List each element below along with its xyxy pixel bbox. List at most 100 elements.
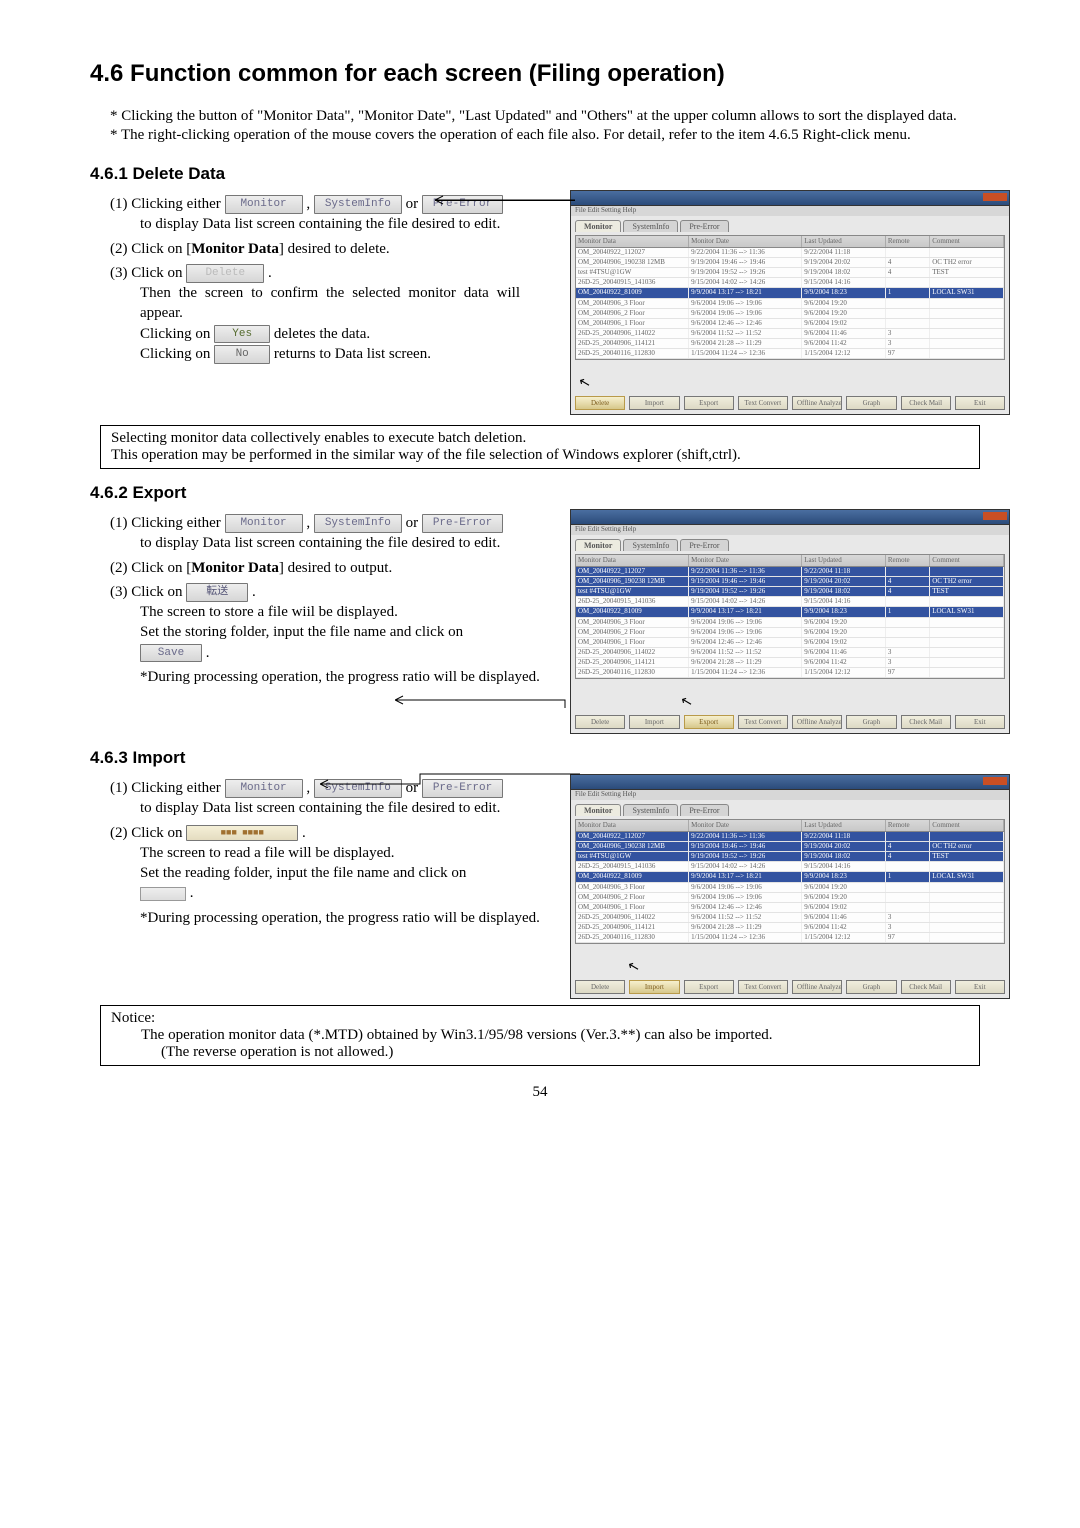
hdr3-col2[interactable]: Monitor Date [689,820,802,831]
export-button[interactable]: 転送 [186,583,248,602]
table-row[interactable]: OM_20040906_2 Floor9/6/2004 19:06 --> 19… [576,893,1004,903]
win3-export-button[interactable]: Export [684,980,734,994]
win-offline-button[interactable]: Offline Analyze [792,396,842,410]
hdr3-col1[interactable]: Monitor Data [576,820,689,831]
preerror-button-2[interactable]: Pre-Error [422,514,503,533]
table-row[interactable]: 26D-25_20040915_1410369/15/2004 14:02 --… [576,597,1004,607]
tab-monitor-2[interactable]: Monitor [575,539,621,551]
hdr2-col1[interactable]: Monitor Data [576,555,689,566]
save-button[interactable]: Save [140,644,202,663]
table-row[interactable]: test #4TSU@1GW9/19/2004 19:52 --> 19:269… [576,852,1004,862]
win3-checkmail-button[interactable]: Check Mail [901,980,951,994]
table-row[interactable]: 26D-25_20040116_1128301/15/2004 11:24 --… [576,933,1004,943]
table-row[interactable]: OM_20040922_810099/9/2004 13:17 --> 18:2… [576,872,1004,882]
table-row[interactable]: 26D-25_20040906_1141219/6/2004 21:28 -->… [576,339,1004,349]
tab-preerror-3[interactable]: Pre-Error [680,804,728,816]
table-row[interactable]: OM_20040922_1120279/22/2004 11:36 --> 11… [576,248,1004,258]
hdr2-col2[interactable]: Monitor Date [689,555,802,566]
table-row[interactable]: 26D-25_20040915_1410369/15/2004 14:02 --… [576,278,1004,288]
table-row[interactable]: 26D-25_20040915_1410369/15/2004 14:02 --… [576,862,1004,872]
table-cell [886,862,930,871]
tab-preerror-2[interactable]: Pre-Error [680,539,728,551]
win-graph-button[interactable]: Graph [846,396,896,410]
table-row[interactable]: 26D-25_20040906_1141219/6/2004 21:28 -->… [576,923,1004,933]
hdr2-col3[interactable]: Last Updated [802,555,886,566]
win2-textconvert-button[interactable]: Text Convert [738,715,788,729]
table-row[interactable]: OM_20040906_190238 12MB9/19/2004 19:46 -… [576,842,1004,852]
win3-import-button[interactable]: Import [629,980,679,994]
import-button[interactable]: ■■■ ■■■■ [186,825,298,841]
table-row[interactable]: OM_20040906_190238 12MB9/19/2004 19:46 -… [576,258,1004,268]
hdr3-col4[interactable]: Remote [886,820,930,831]
no-button[interactable]: No [214,345,270,364]
hdr2-col5[interactable]: Comment [930,555,1004,566]
win2-exit-button[interactable]: Exit [955,715,1005,729]
table-row[interactable]: test #4TSU@1GW9/19/2004 19:52 --> 19:269… [576,587,1004,597]
yes-button[interactable]: Yes [214,325,270,344]
table-row[interactable]: 26D-25_20040906_1140229/6/2004 11:52 -->… [576,329,1004,339]
table-row[interactable]: 26D-25_20040116_1128301/15/2004 11:24 --… [576,668,1004,678]
tab-systeminfo[interactable]: SystemInfo [623,220,678,232]
table-row[interactable]: OM_20040906_3 Floor9/6/2004 19:06 --> 19… [576,618,1004,628]
win-delete-button[interactable]: Delete [575,396,625,410]
table-row[interactable]: 26D-25_20040906_1140229/6/2004 11:52 -->… [576,913,1004,923]
hdr3-col5[interactable]: Comment [930,820,1004,831]
win2-offline-button[interactable]: Offline Analyze [792,715,842,729]
table-row[interactable]: OM_20040906_3 Floor9/6/2004 19:06 --> 19… [576,883,1004,893]
table-row[interactable]: OM_20040922_1120279/22/2004 11:36 --> 11… [576,832,1004,842]
tab-monitor-3[interactable]: Monitor [575,804,621,816]
table-row[interactable]: OM_20040922_810099/9/2004 13:17 --> 18:2… [576,607,1004,617]
data-grid[interactable]: Monitor Data Monitor Date Last Updated R… [575,235,1005,360]
monitor-button-2[interactable]: Monitor [225,514,303,533]
table-row[interactable]: 26D-25_20040906_1141219/6/2004 21:28 -->… [576,658,1004,668]
table-cell: 1/15/2004 11:24 --> 12:36 [689,668,802,677]
table-row[interactable]: test #4TSU@1GW9/19/2004 19:52 --> 19:269… [576,268,1004,278]
table-row[interactable]: OM_20040906_1 Floor9/6/2004 12:46 --> 12… [576,638,1004,648]
systeminfo-button-2[interactable]: SystemInfo [314,514,402,533]
monitor-button[interactable]: Monitor [225,195,303,214]
win-checkmail-button[interactable]: Check Mail [901,396,951,410]
table-row[interactable]: OM_20040922_810099/9/2004 13:17 --> 18:2… [576,288,1004,298]
win2-import-button[interactable]: Import [629,715,679,729]
win2-export-button[interactable]: Export [684,715,734,729]
win3-offline-button[interactable]: Offline Analyze [792,980,842,994]
delete-button[interactable]: Delete [186,264,264,283]
win-exit-button[interactable]: Exit [955,396,1005,410]
table-row[interactable]: 26D-25_20040116_1128301/15/2004 11:24 --… [576,349,1004,359]
table-row[interactable]: 26D-25_20040906_1140229/6/2004 11:52 -->… [576,648,1004,658]
table-row[interactable]: OM_20040906_1 Floor9/6/2004 12:46 --> 12… [576,319,1004,329]
hdr2-col4[interactable]: Remote [886,555,930,566]
hdr-col1[interactable]: Monitor Data [576,236,689,247]
table-row[interactable]: OM_20040906_2 Floor9/6/2004 19:06 --> 19… [576,628,1004,638]
win-textconvert-button[interactable]: Text Convert [738,396,788,410]
table-row[interactable]: OM_20040922_1120279/22/2004 11:36 --> 11… [576,567,1004,577]
table-row[interactable]: OM_20040906_190238 12MB9/19/2004 19:46 -… [576,577,1004,587]
monitor-button-3[interactable]: Monitor [225,779,303,798]
win-import-button[interactable]: Import [629,396,679,410]
systeminfo-button[interactable]: SystemInfo [314,195,402,214]
hdr-col2[interactable]: Monitor Date [689,236,802,247]
win2-checkmail-button[interactable]: Check Mail [901,715,951,729]
tab-preerror[interactable]: Pre-Error [680,220,728,232]
tab-monitor[interactable]: Monitor [575,220,621,232]
tab-systeminfo-2[interactable]: SystemInfo [623,539,678,551]
hdr-col4[interactable]: Remote [886,236,930,247]
table-cell [930,832,1004,841]
data-grid-2[interactable]: Monitor Data Monitor Date Last Updated R… [575,554,1005,679]
win2-delete-button[interactable]: Delete [575,715,625,729]
table-row[interactable]: OM_20040906_1 Floor9/6/2004 12:46 --> 12… [576,903,1004,913]
table-row[interactable]: OM_20040906_2 Floor9/6/2004 19:06 --> 19… [576,309,1004,319]
win3-textconvert-button[interactable]: Text Convert [738,980,788,994]
open-button[interactable] [140,887,186,901]
win3-exit-button[interactable]: Exit [955,980,1005,994]
table-row[interactable]: OM_20040906_3 Floor9/6/2004 19:06 --> 19… [576,299,1004,309]
tab-systeminfo-3[interactable]: SystemInfo [623,804,678,816]
hdr-col5[interactable]: Comment [930,236,1004,247]
hdr3-col3[interactable]: Last Updated [802,820,886,831]
data-grid-3[interactable]: Monitor Data Monitor Date Last Updated R… [575,819,1005,944]
win2-graph-button[interactable]: Graph [846,715,896,729]
win3-graph-button[interactable]: Graph [846,980,896,994]
win-export-button[interactable]: Export [684,396,734,410]
win3-delete-button[interactable]: Delete [575,980,625,994]
hdr-col3[interactable]: Last Updated [802,236,886,247]
